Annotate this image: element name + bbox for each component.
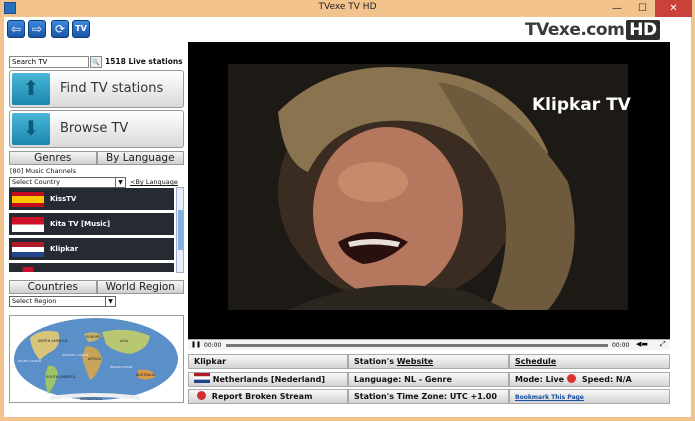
tab-genres[interactable]: Genres [9, 151, 97, 165]
tab-world-region[interactable]: World Region [96, 280, 184, 294]
tab-countries[interactable]: Countries [9, 280, 97, 294]
video-frame: Klipkar TV [188, 42, 670, 339]
website-prefix: Station's [354, 357, 397, 366]
station-timezone: Station's Time Zone: UTC +1.00 [348, 389, 509, 404]
country-select-value: Select Country [12, 178, 60, 186]
tv-button[interactable]: TV [72, 20, 90, 38]
app-client: ⇦ ⇨ ⟳ TV TVexe.comHD 🔍 1518 Live station… [4, 17, 691, 417]
tvexe-logo: TVexe.com HD [525, 20, 660, 40]
logo-text: TVexe.com [525, 20, 625, 40]
current-time: 00:00 [204, 342, 222, 349]
map-label-north-america: NORTH AMERICA [38, 339, 68, 343]
player-controls: ❚❚ 00:00 00:00 ◀▬ ⤢ [188, 339, 670, 350]
map-label-australia: AUSTRALIA [136, 373, 156, 377]
by-language-link[interactable]: <By Language [130, 178, 178, 186]
channel-list: KissTV Kita TV [Music] Klipkar [9, 188, 174, 272]
channel-name: KissTV [50, 195, 77, 203]
search-input[interactable] [9, 56, 89, 68]
report-icon [197, 391, 206, 400]
world-map-globe: NORTH AMERICA SOUTH AMERICA EUROPE AFRIC… [10, 316, 183, 402]
speed-label: Speed: N/A [581, 375, 632, 384]
channel-name: Kita TV [Music] [50, 220, 111, 228]
stream-mode: Mode: Live Speed: N/A [509, 372, 670, 387]
live-status-icon [567, 374, 577, 383]
tab-by-language[interactable]: By Language [96, 151, 184, 165]
fullscreen-icon[interactable]: ⤢ [660, 340, 666, 349]
back-button[interactable]: ⇦ [7, 20, 25, 38]
station-website: Station's Website [348, 354, 509, 369]
music-channels-count: [80] Music Channels [10, 167, 77, 175]
seek-bar[interactable] [226, 344, 608, 347]
list-item[interactable]: Kita TV [Music] [9, 213, 174, 235]
logo-hd-badge: HD [626, 20, 660, 40]
title-bar: TVexe TV HD — ☐ ✕ [0, 0, 695, 17]
bookmark-cell: Bookmark This Page [509, 389, 670, 404]
browse-tv-label: Browse TV [60, 121, 129, 136]
maximize-button[interactable]: ☐ [630, 0, 655, 17]
station-info: Klipkar Station's Website Schedule Nethe… [188, 354, 670, 404]
netherlands-flag-icon [194, 373, 210, 383]
browse-tv-button[interactable]: ⬇ Browse TV [9, 110, 184, 148]
left-panel: 🔍 1518 Live stations ⬆ Find TV stations … [8, 55, 186, 404]
map-label-antarctica: ANTARCTICA [80, 397, 103, 401]
genre-tabs: Genres By Language [9, 151, 184, 165]
bookmark-link[interactable]: Bookmark This Page [515, 394, 584, 401]
station-country: Netherlands [Nederland] [188, 372, 348, 387]
station-name: Klipkar [188, 354, 348, 369]
find-stations-button[interactable]: ⬆ Find TV stations [9, 70, 184, 108]
netherlands-flag-icon [12, 242, 44, 257]
window-title: TVexe TV HD [318, 2, 377, 12]
station-language: Language: NL - Genre [348, 372, 509, 387]
find-stations-label: Find TV stations [60, 81, 164, 96]
search-button[interactable]: 🔍 [90, 56, 102, 68]
map-label-pacific: PACIFIC OCEAN [18, 359, 41, 363]
region-tabs: Countries World Region [9, 280, 184, 294]
report-label: Report Broken Stream [211, 392, 313, 401]
world-map[interactable]: NORTH AMERICA SOUTH AMERICA EUROPE AFRIC… [9, 315, 184, 403]
channel-watermark: Klipkar TV [532, 95, 632, 115]
chevron-down-icon: ▼ [115, 178, 125, 187]
video-player[interactable]: Klipkar TV ❚❚ 00:00 00:00 ◀▬ ⤢ [188, 42, 670, 350]
region-select-value: Select Region [12, 297, 57, 305]
map-label-africa: AFRICA [88, 357, 101, 361]
map-label-europe: EUROPE [86, 335, 100, 339]
pause-icon[interactable]: ❚❚ [191, 341, 201, 348]
map-label-south-america: SOUTH AMERICA [46, 375, 76, 379]
list-item[interactable]: Klipkar [9, 238, 174, 260]
search-icon: 🔍 [92, 59, 100, 66]
chevron-down-icon: ▼ [105, 297, 115, 306]
country-name: Netherlands [Nederland] [212, 375, 326, 384]
map-label-asia: ASIA [120, 339, 129, 343]
scrollbar-thumb[interactable] [178, 210, 183, 250]
indonesia-flag-icon [12, 217, 44, 232]
live-stations-count: 1518 Live stations [105, 57, 183, 66]
website-link[interactable]: Website [397, 357, 433, 366]
report-broken-button[interactable]: Report Broken Stream [188, 389, 348, 404]
map-label-indian: INDIAN OCEAN [110, 365, 132, 369]
close-button[interactable]: ✕ [655, 0, 692, 17]
mode-label: Mode: Live [515, 375, 565, 384]
volume-icon[interactable]: ◀▬ [636, 340, 648, 348]
arrow-down-icon: ⬇ [12, 113, 50, 145]
map-label-atlantic: ATLANTIC OCEAN [62, 353, 88, 357]
arrow-up-icon: ⬆ [12, 73, 50, 105]
schedule-link[interactable]: Schedule [509, 354, 670, 369]
list-item[interactable] [9, 263, 174, 272]
channel-name: Klipkar [50, 245, 79, 253]
total-time: 00:00 [612, 342, 630, 349]
channel-list-scrollbar[interactable] [176, 187, 184, 273]
refresh-button[interactable]: ⟳ [51, 20, 69, 38]
country-select[interactable]: Select Country ▼ [9, 177, 126, 188]
forward-button[interactable]: ⇨ [28, 20, 46, 38]
minimize-button[interactable]: — [604, 0, 630, 17]
flag-icon [22, 267, 34, 272]
list-item[interactable]: KissTV [9, 188, 174, 210]
spain-flag-icon [12, 192, 44, 207]
region-select[interactable]: Select Region ▼ [9, 296, 116, 307]
